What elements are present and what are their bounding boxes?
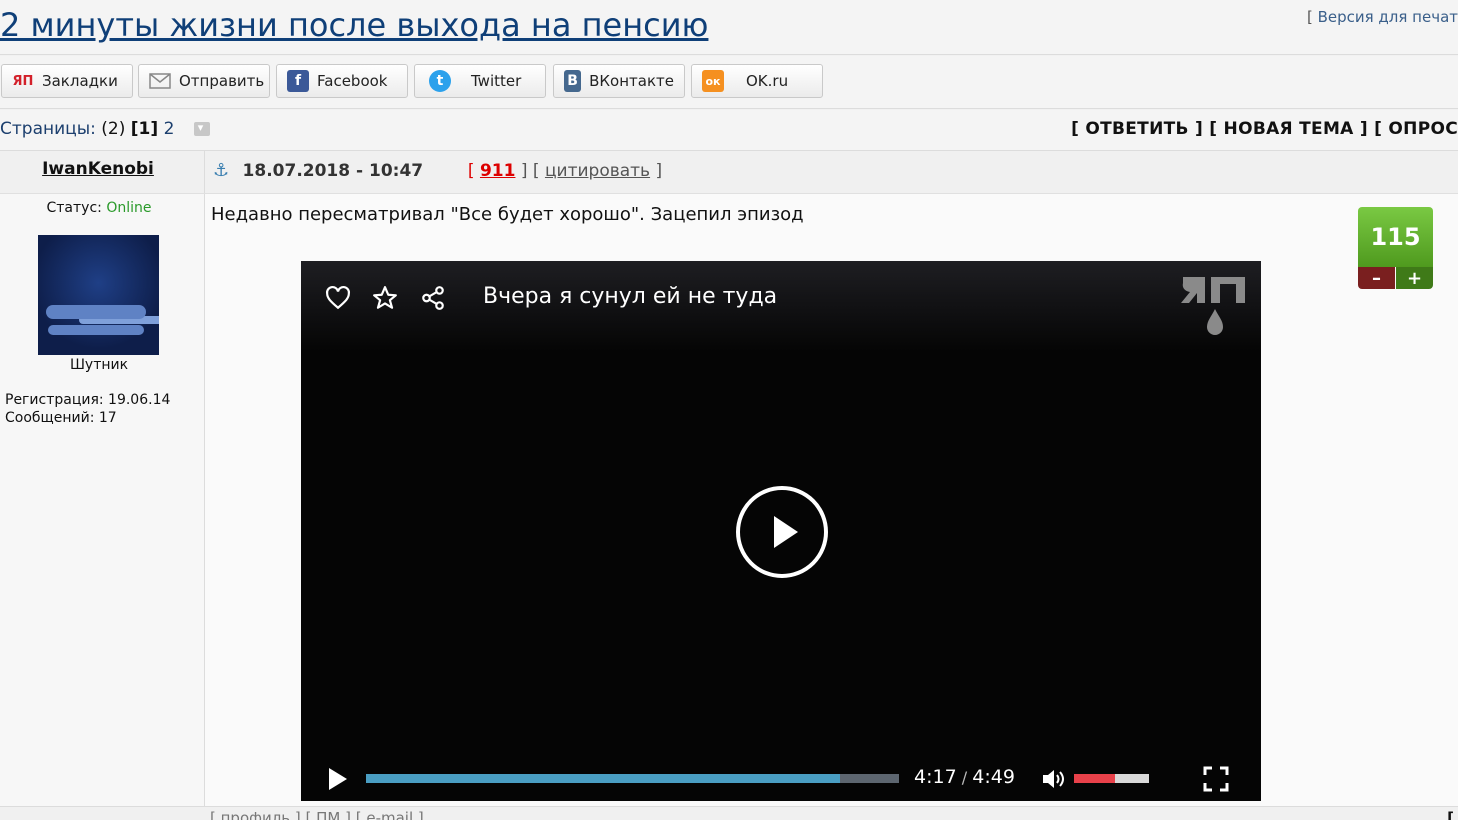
quote-link[interactable]: цитировать bbox=[545, 161, 650, 181]
post-number-open: [ bbox=[467, 161, 480, 181]
post-text: Недавно пересматривал "Все будет хорошо"… bbox=[211, 204, 804, 225]
pages-count: (2) bbox=[101, 119, 126, 139]
footer-links[interactable]: [ профиль ] [ ПМ ] [ e-mail ] bbox=[210, 809, 424, 820]
bookmarks-label: Закладки bbox=[42, 72, 118, 90]
print-bracket: [ bbox=[1306, 8, 1318, 26]
share-icon[interactable] bbox=[420, 285, 446, 311]
page-link-2[interactable]: 2 bbox=[164, 119, 175, 139]
volume-icon[interactable] bbox=[1041, 768, 1065, 790]
pages-label[interactable]: Страницы: bbox=[0, 119, 96, 139]
facebook-label: Facebook bbox=[317, 72, 388, 90]
post-header: IwanKenobi ⚓ 18.07.2018 - 10:47 [ 911 ] … bbox=[0, 151, 1458, 194]
print-version: [ Версия для печат bbox=[1307, 8, 1458, 26]
user-panel: Статус: Online Шутник Регистрация: 19.06… bbox=[0, 194, 205, 806]
author-cell: IwanKenobi bbox=[0, 151, 205, 193]
user-message-count: Сообщений: 17 bbox=[5, 410, 117, 426]
yp-bookmark-icon: ЯП bbox=[12, 73, 34, 89]
vk-icon: В bbox=[564, 70, 582, 92]
time-display: 4:17 / 4:49 bbox=[914, 766, 1015, 788]
status-value: Online bbox=[106, 200, 152, 216]
rating-widget: 115 – + bbox=[1358, 207, 1433, 289]
vk-label: ВКонтакте bbox=[589, 72, 674, 90]
quote-close: ] bbox=[650, 161, 663, 181]
footer-right: [ bbox=[1447, 809, 1454, 820]
duration: 4:49 bbox=[972, 766, 1015, 788]
time-separator: / bbox=[956, 768, 973, 787]
pagination: Страницы: (2) [1] 2 bbox=[0, 119, 210, 139]
topic-actions[interactable]: [ ОТВЕТИТЬ ] [ НОВАЯ ТЕМА ] [ ОПРОС bbox=[1071, 119, 1458, 139]
twitter-label: Twitter bbox=[471, 72, 522, 90]
twitter-button[interactable]: t Twitter bbox=[414, 64, 546, 98]
topic-title[interactable]: 2 минуты жизни после выхода на пенсию bbox=[0, 6, 708, 44]
user-status: Статус: Online bbox=[0, 200, 198, 216]
post-number-close: ] [ bbox=[515, 161, 545, 181]
envelope-icon bbox=[149, 70, 171, 92]
play-overlay-button[interactable] bbox=[736, 486, 828, 578]
odnoklassniki-icon: ок bbox=[702, 70, 724, 92]
facebook-button[interactable]: f Facebook bbox=[276, 64, 408, 98]
fullscreen-icon[interactable] bbox=[1203, 766, 1229, 792]
post-meta: ⚓ 18.07.2018 - 10:47 [ 911 ] [ цитироват… bbox=[213, 160, 662, 181]
progress-bar[interactable] bbox=[366, 774, 899, 783]
post-number[interactable]: 911 bbox=[480, 161, 516, 181]
post-date: 18.07.2018 - 10:47 bbox=[242, 161, 424, 181]
progress-fill bbox=[366, 774, 841, 783]
status-label: Статус: bbox=[46, 200, 107, 216]
author-name[interactable]: IwanKenobi bbox=[0, 159, 196, 179]
post-body: Недавно пересматривал "Все будет хорошо"… bbox=[205, 194, 1458, 806]
user-rank: Шутник bbox=[69, 357, 129, 373]
ok-label: OK.ru bbox=[746, 72, 789, 90]
pagination-row: Страницы: (2) [1] 2 [ ОТВЕТИТЬ ] [ НОВАЯ… bbox=[0, 110, 1458, 151]
post-footer: [ профиль ] [ ПМ ] [ e-mail ] [ bbox=[0, 806, 1458, 820]
rating-minus-button[interactable]: – bbox=[1358, 267, 1395, 289]
video-player[interactable]: Вчера я сунул ей не туда 4:17 / 4:49 bbox=[301, 261, 1261, 801]
print-version-link[interactable]: Версия для печат bbox=[1318, 8, 1458, 26]
rating-score: 115 bbox=[1358, 207, 1433, 267]
heart-icon[interactable] bbox=[325, 285, 351, 311]
share-bar: ЯП Закладки Отправить f Facebook t Twitt… bbox=[0, 56, 1458, 109]
anchor-icon[interactable]: ⚓ bbox=[213, 160, 229, 181]
video-title: Вчера я сунул ей не туда bbox=[483, 284, 778, 309]
star-icon[interactable] bbox=[372, 285, 398, 311]
user-registration: Регистрация: 19.06.14 bbox=[5, 392, 171, 408]
play-icon[interactable] bbox=[329, 768, 347, 790]
pages-dropdown-icon[interactable] bbox=[193, 121, 210, 136]
send-button[interactable]: Отправить bbox=[138, 64, 270, 98]
facebook-icon: f bbox=[287, 70, 309, 92]
twitter-icon: t bbox=[429, 70, 451, 92]
video-controls: 4:17 / 4:49 bbox=[301, 756, 1261, 801]
bookmarks-button[interactable]: ЯП Закладки bbox=[1, 64, 133, 98]
current-time: 4:17 bbox=[914, 766, 957, 788]
yp-logo-icon bbox=[1181, 277, 1245, 335]
send-label: Отправить bbox=[179, 72, 265, 90]
volume-fill bbox=[1074, 774, 1116, 783]
title-row: 2 минуты жизни после выхода на пенсию [ … bbox=[0, 0, 1458, 55]
volume-slider[interactable] bbox=[1074, 774, 1149, 783]
rating-plus-button[interactable]: + bbox=[1396, 267, 1433, 289]
avatar[interactable] bbox=[38, 235, 159, 355]
ok-button[interactable]: ок OK.ru bbox=[691, 64, 823, 98]
current-page: [1] bbox=[130, 119, 159, 139]
vk-button[interactable]: В ВКонтакте bbox=[553, 64, 685, 98]
